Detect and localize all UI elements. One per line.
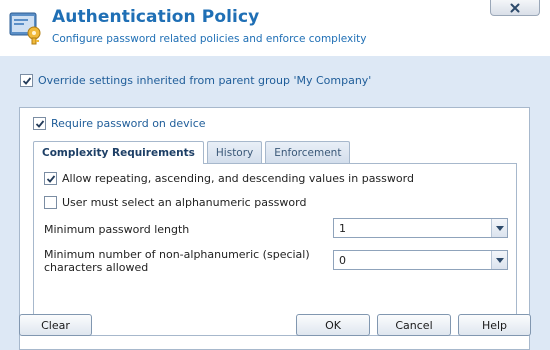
dialog-body: Override settings inherited from parent …	[0, 56, 550, 350]
checkmark-icon	[22, 76, 31, 85]
dialog-header: Authentication Policy Configure password…	[0, 0, 550, 56]
min-length-select[interactable]: 1	[333, 218, 508, 238]
min-special-label: Minimum number of non-alphanumeric (spec…	[44, 248, 310, 274]
allow-repeating-checkbox[interactable]	[44, 172, 57, 185]
dialog-title: Authentication Policy	[52, 7, 260, 27]
min-length-label: Minimum password length	[44, 223, 190, 236]
help-button[interactable]: Help	[458, 314, 531, 336]
override-label: Override settings inherited from parent …	[38, 74, 372, 87]
checkmark-icon	[46, 174, 55, 183]
min-length-value: 1	[339, 221, 346, 235]
min-special-label-line1: Minimum number of non-alphanumeric (spec…	[44, 248, 310, 261]
tab-history[interactable]: History	[206, 141, 263, 163]
tab-complexity-requirements[interactable]: Complexity Requirements	[33, 141, 204, 164]
alphanumeric-checkbox[interactable]	[44, 196, 57, 209]
override-setting[interactable]: Override settings inherited from parent …	[20, 74, 371, 87]
require-password-setting[interactable]: Require password on device	[33, 117, 206, 130]
require-password-label: Require password on device	[51, 117, 206, 130]
dropdown-arrow-icon[interactable]	[491, 251, 507, 269]
tab-enforcement[interactable]: Enforcement	[265, 141, 351, 163]
min-special-select[interactable]: 0	[333, 250, 508, 270]
cancel-button[interactable]: Cancel	[377, 314, 451, 336]
allow-repeating-option[interactable]: Allow repeating, ascending, and descendi…	[44, 172, 414, 185]
allow-repeating-label: Allow repeating, ascending, and descendi…	[62, 172, 414, 185]
ok-button[interactable]: OK	[296, 314, 370, 336]
alphanumeric-option[interactable]: User must select an alphanumeric passwor…	[44, 196, 306, 209]
override-checkbox[interactable]	[20, 74, 33, 87]
alphanumeric-label: User must select an alphanumeric passwor…	[62, 196, 307, 209]
min-special-value: 0	[339, 253, 346, 267]
dialog-subtitle: Configure password related policies and …	[52, 33, 367, 45]
checkmark-icon	[35, 119, 44, 128]
complexity-tab-content: Allow repeating, ascending, and descendi…	[33, 163, 517, 336]
dropdown-arrow-icon[interactable]	[491, 219, 507, 237]
password-settings-panel: Require password on device Complexity Re…	[19, 107, 530, 350]
close-button[interactable]	[490, 0, 540, 16]
clear-button[interactable]: Clear	[19, 314, 92, 336]
close-icon	[510, 3, 520, 12]
security-policy-icon	[9, 9, 45, 45]
min-special-label-line2: characters allowed	[44, 261, 149, 274]
require-password-checkbox[interactable]	[33, 117, 46, 130]
tab-bar: Complexity Requirements History Enforcem…	[33, 141, 353, 164]
